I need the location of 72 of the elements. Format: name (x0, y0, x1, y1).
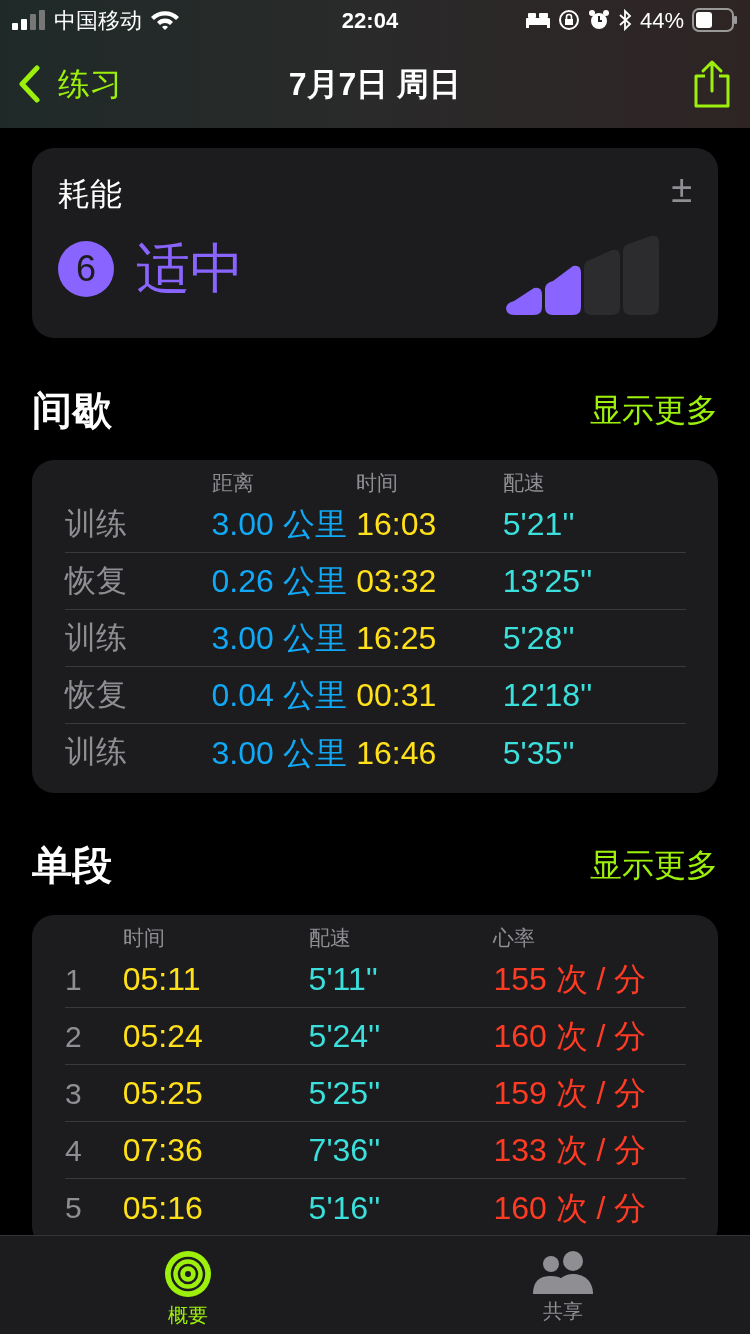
show-more-link[interactable]: 显示更多 (590, 841, 718, 889)
back-button[interactable]: 练习 (18, 60, 122, 108)
table-cell-text: 05:24 (122, 1017, 204, 1056)
table-cell-text: 5'16'' (308, 1188, 382, 1228)
tab[interactable]: 概要 (0, 1236, 375, 1334)
table-cell-text: 5'25'' (308, 1074, 382, 1113)
table-cell-text: 05:16 (122, 1188, 204, 1228)
carrier-name: 中国移动 (54, 6, 142, 35)
table-cell-text: 恢复 (65, 561, 128, 600)
effort-title: 耗能 (58, 175, 122, 214)
table-cell-text: 00:31 (356, 676, 438, 715)
table-cell-text: 0.04 公里 (211, 676, 348, 715)
rings-icon (163, 1250, 212, 1298)
table-cell-text: 3.00 公里 (211, 619, 348, 658)
battery-icon (692, 8, 738, 32)
table-cell-text: 3.00 公里 (211, 733, 348, 773)
status-time: 22:04 (341, 6, 399, 35)
table-cell-text: 训练 (65, 618, 128, 657)
table-cell-text: 5'24'' (308, 1017, 382, 1056)
table-cell-text: 05:25 (122, 1074, 204, 1113)
table-cell-text: 训练 (65, 504, 128, 543)
table-cell-text: 16:03 (356, 505, 438, 544)
wifi-icon (150, 9, 180, 31)
effort-score: 6 (58, 240, 114, 297)
back-chevron-icon (18, 65, 40, 103)
table-cell-text: 3.00 公里 (211, 505, 348, 544)
table-cell-text: 恢复 (65, 675, 128, 714)
table-cell-text: 5 (65, 1190, 83, 1226)
bluetooth-icon (617, 9, 632, 31)
adjust-button[interactable]: ± (671, 170, 692, 208)
table-cell-text: 160 次 / 分 (493, 1188, 648, 1228)
bed-icon (525, 12, 550, 28)
table-cell-text: 16:25 (356, 619, 438, 658)
column-header: 配速 (502, 470, 546, 497)
alarm-icon (587, 9, 610, 31)
table-cell-text: 0.26 公里 (211, 562, 348, 601)
table-cell-text: 07:36 (122, 1131, 204, 1170)
table-cell-text: 03:32 (356, 562, 438, 601)
column-header: 时间 (356, 470, 400, 497)
column-header: 心率 (493, 925, 537, 952)
nav-title: 7月7日 周日 (288, 65, 462, 104)
table-cell-text: 5'28'' (502, 619, 576, 658)
section-title: 单段 (32, 842, 112, 889)
table-cell-text: 05:11 (122, 960, 202, 999)
table-cell-text: 2 (65, 1018, 83, 1055)
share-icon[interactable] (692, 59, 732, 109)
table-cell-text: 5'35'' (502, 733, 576, 773)
battery-percent: 44% (639, 6, 684, 35)
column-header: 距离 (211, 470, 255, 497)
table-cell-text: 1 (65, 961, 83, 998)
effort-label: 适中 (136, 237, 244, 300)
table-cell-text: 160 次 / 分 (493, 1017, 648, 1056)
table-cell-text: 5'11'' (308, 960, 379, 999)
table-cell-text: 训练 (65, 733, 128, 772)
table-cell-text: 159 次 / 分 (493, 1074, 648, 1113)
column-header: 配速 (308, 925, 352, 952)
table-cell-text: 12'18'' (502, 676, 594, 715)
people-icon (530, 1250, 595, 1294)
table-cell-text: 3 (65, 1075, 83, 1112)
table-cell-text: 4 (65, 1132, 83, 1169)
table-cell-text: 133 次 / 分 (493, 1131, 648, 1170)
table-cell-text: 16:46 (356, 733, 438, 773)
table-cell-text: 7'36'' (308, 1131, 382, 1170)
table-cell-text: 155 次 / 分 (493, 960, 648, 999)
show-more-link[interactable]: 显示更多 (590, 386, 718, 434)
rotation-lock-icon (557, 9, 580, 31)
column-header: 时间 (122, 925, 166, 952)
table-cell-text: 5'21'' (502, 505, 576, 544)
tab[interactable]: 共享 (375, 1236, 750, 1334)
section-title: 间歇 (32, 387, 112, 434)
signal-icon (12, 10, 46, 30)
table-cell-text: 13'25'' (502, 562, 594, 601)
